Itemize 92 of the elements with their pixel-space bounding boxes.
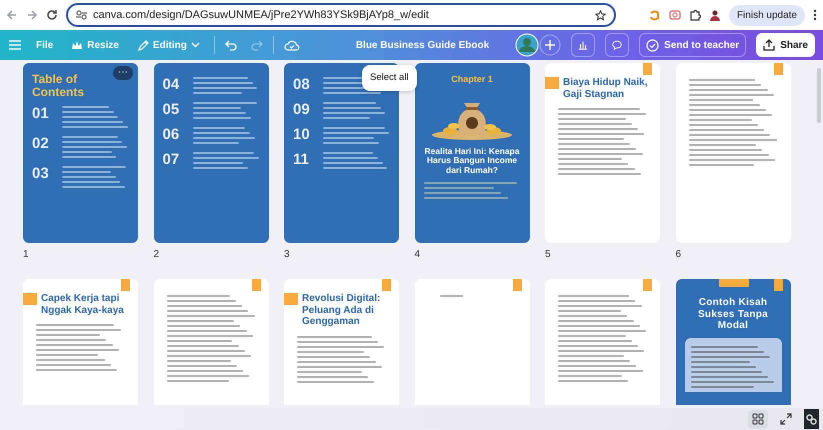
page-tag	[512, 279, 522, 291]
page-thumbnail[interactable]: Chapter 1 Realita Hari Ini: Kenapa Harus Bangun Income dari Rumah?	[414, 63, 530, 243]
camera-icon[interactable]	[668, 9, 681, 21]
forward-icon[interactable]	[26, 9, 38, 21]
reload-icon[interactable]	[46, 9, 58, 21]
scrollbar[interactable]	[817, 68, 821, 123]
design-title[interactable]: Blue Business Guide Ebook	[356, 38, 490, 52]
page-number: 3	[284, 248, 291, 262]
send-button[interactable]: Send to teacher	[639, 33, 746, 57]
section-number: 10	[293, 127, 311, 144]
section-number: 06	[162, 127, 180, 144]
menu-icon[interactable]	[8, 39, 22, 51]
accent-bar	[284, 293, 298, 305]
page-thumbnail[interactable]: Revolusi Digital: Peluang Ada di Genggaman	[284, 279, 399, 405]
page-title: Capek Kerja tapi Nggak Kaya-kaya	[41, 293, 125, 316]
undo-icon[interactable]	[224, 39, 239, 51]
avatar-icon[interactable]	[515, 33, 540, 57]
body-text-drawing	[192, 152, 260, 169]
body-text-drawing	[62, 106, 129, 128]
page-thumbnail[interactable]	[676, 63, 790, 243]
page-thumbnail[interactable]: 04 05 06 07	[154, 63, 268, 243]
more-button[interactable]: ⋯	[113, 66, 133, 80]
address-bar[interactable]: canva.com/design/DAGsuwUNMEA/jPre2YWh83YSk9BjAYp8_w/edit	[66, 3, 616, 27]
page-thumbnail[interactable]: Biaya Hidup Naik, Gaji Stagnan	[545, 63, 660, 243]
section-number: 11	[293, 152, 310, 169]
page-number: 2	[154, 248, 160, 262]
page-number: 6	[676, 248, 682, 262]
chapter-title: Realita Hari Ini: Kenapa Harus Bangun Income dari Rumah?	[424, 146, 520, 176]
page-title: Revolusi Digital: Peluang Ada di Genggaman	[302, 293, 382, 328]
body-text-drawing	[192, 77, 260, 94]
crown-icon	[71, 40, 84, 50]
upload-icon	[763, 39, 776, 51]
page-tag	[252, 279, 260, 291]
expand-icon	[780, 413, 792, 425]
section-number: 04	[162, 77, 180, 94]
back-icon[interactable]	[6, 9, 18, 21]
page-number: 4	[414, 248, 422, 262]
page-tag	[643, 279, 652, 291]
link-icon[interactable]	[806, 414, 817, 424]
page-thumbnail[interactable]: Table of Contents 01 02 03 ⋯	[23, 63, 138, 243]
caret-icon	[190, 42, 200, 48]
page-number: 5	[545, 248, 552, 262]
page-title: Contoh Kisah Sukses Tanpa Modal	[696, 297, 770, 332]
section-number: 05	[162, 102, 180, 119]
share-button[interactable]: Share	[756, 33, 815, 57]
body-text-drawing	[323, 127, 390, 144]
insights-button[interactable]	[571, 33, 596, 57]
cloud-check-icon[interactable]	[284, 39, 300, 51]
site-settings-icon[interactable]	[76, 10, 87, 20]
page-thumbnail[interactable]	[154, 279, 268, 405]
body-text-drawing	[62, 136, 129, 158]
page-thumbnail[interactable]	[414, 279, 530, 405]
section-number: 09	[293, 102, 311, 119]
toc-title: Table of Contents	[32, 73, 85, 98]
update-button[interactable]: Finish update	[728, 4, 805, 26]
more-icon[interactable]	[813, 9, 817, 21]
pencil-icon	[136, 40, 149, 50]
page-thumbnail[interactable]: Contoh Kisah Sukses Tanpa Modal	[676, 279, 790, 405]
bar-chart-icon	[578, 39, 588, 51]
section-number: 01	[32, 106, 50, 124]
profile-icon[interactable]	[708, 9, 721, 21]
page-tag	[774, 63, 782, 75]
section-number: 02	[32, 136, 50, 154]
page-tag	[121, 279, 130, 291]
grid-icon	[752, 413, 764, 425]
tooltip: Select all	[362, 65, 417, 92]
chapter-label: Chapter 1	[450, 73, 494, 86]
extension-icon[interactable]	[648, 9, 661, 21]
add-icon[interactable]	[539, 34, 562, 56]
section-number: 03	[32, 166, 50, 184]
url-text: canva.com/design/DAGsuwUNMEA/jPre2YWh83YSk9BjAYp8_w/edit	[93, 8, 430, 23]
accent-bar	[718, 279, 748, 287]
menu-button[interactable]: Resize	[67, 36, 123, 54]
page-tag	[774, 279, 782, 291]
page-tag	[643, 63, 652, 75]
puzzle-icon[interactable]	[688, 9, 701, 21]
grid-view-button[interactable]	[748, 410, 768, 428]
menu-button[interactable]: Editing	[132, 36, 204, 54]
accent-bar	[545, 77, 559, 89]
accent-bar	[23, 293, 37, 305]
page-title: Biaya Hidup Naik, Gaji Stagnan	[563, 77, 648, 100]
comment-icon	[612, 39, 622, 51]
section-number: 07	[162, 152, 180, 169]
check-circle-icon	[646, 38, 660, 52]
star-icon[interactable]	[595, 10, 606, 20]
page-tag	[382, 279, 391, 291]
body-text-drawing	[192, 102, 260, 119]
page-thumbnail[interactable]: Capek Kerja tapi Nggak Kaya-kaya	[23, 279, 138, 405]
page-thumbnail[interactable]	[545, 279, 660, 405]
page-number: 1	[23, 248, 30, 262]
comment-button[interactable]	[605, 33, 630, 57]
section-number: 08	[293, 77, 311, 94]
